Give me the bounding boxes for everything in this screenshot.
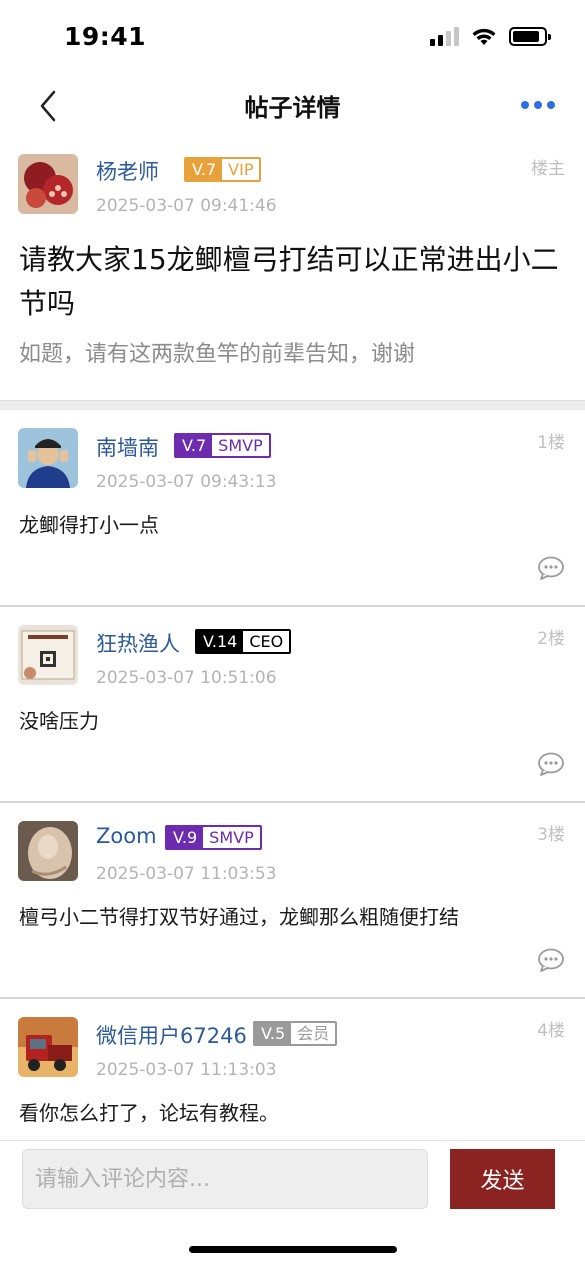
comment-bar: 发送	[0, 1140, 585, 1266]
user-level-badge: V.5 会员	[253, 1021, 338, 1046]
nav-bar: 帖子详情	[0, 78, 585, 134]
reply-author[interactable]: Zoom	[96, 824, 157, 848]
reply-time: 2025-03-07 11:03:53	[96, 864, 277, 884]
post-body: 如题，请有这两款鱼竿的前辈告知，谢谢	[19, 342, 416, 367]
floor-label: 3楼	[537, 825, 565, 845]
reply-time: 2025-03-07 10:51:06	[96, 668, 277, 688]
page-title: 帖子详情	[244, 94, 341, 122]
home-indicator	[189, 1246, 397, 1253]
avatar[interactable]	[18, 821, 78, 881]
status-time: 19:41	[64, 22, 147, 51]
more-dots-icon[interactable]	[521, 90, 555, 120]
post-title: 请教大家15龙鲫檀弓打结可以正常进出小二节吗	[19, 243, 559, 320]
battery-level	[513, 30, 539, 42]
cellular-signal-icon	[430, 26, 459, 46]
original-post: 杨老师 V.7 VIP 2025-03-07 09:41:46 楼主 请教大家1…	[0, 134, 585, 400]
reply-text: 看你怎么打了，论坛有教程。	[19, 1101, 279, 1125]
reply-item: 南墙南 V.7 SMVP 2025-03-07 09:43:13 1楼 龙鲫得打…	[0, 410, 585, 607]
reply-item: 微信用户67246 V.5 会员 2025-03-07 11:13:03 4楼 …	[0, 998, 585, 1140]
comment-icon[interactable]	[537, 556, 565, 580]
reply-text: 没啥压力	[19, 709, 99, 733]
avatar[interactable]	[18, 154, 78, 214]
floor-label: 楼主	[531, 159, 565, 179]
status-bar: 19:41	[0, 0, 585, 78]
user-level-badge: V.9 SMVP	[165, 825, 262, 850]
user-level-badge: V.7 SMVP	[174, 433, 271, 458]
reply-author[interactable]: 狂热渔人	[96, 628, 180, 658]
floor-label: 1楼	[537, 433, 565, 453]
reply-text: 檀弓小二节得打双节好通过，龙鲫那么粗随便打结	[19, 905, 459, 929]
reply-text: 龙鲫得打小一点	[19, 513, 159, 537]
wifi-icon	[472, 28, 496, 45]
comment-icon[interactable]	[537, 948, 565, 972]
floor-label: 4楼	[537, 1021, 565, 1041]
status-icons	[430, 26, 551, 46]
user-level-badge: V.14 CEO	[195, 629, 292, 654]
reply-item: 狂热渔人 V.14 CEO 2025-03-07 10:51:06 2楼 没啥压…	[0, 606, 585, 803]
section-divider	[0, 400, 585, 410]
reply-author[interactable]: 南墙南	[96, 432, 159, 462]
send-button[interactable]: 发送	[450, 1149, 555, 1209]
avatar[interactable]	[18, 428, 78, 488]
post-time: 2025-03-07 09:41:46	[96, 196, 277, 216]
floor-label: 2楼	[537, 629, 565, 649]
reply-item: Zoom V.9 SMVP 2025-03-07 11:03:53 3楼 檀弓小…	[0, 802, 585, 999]
avatar[interactable]	[18, 1017, 78, 1077]
user-level-badge: V.7 VIP	[184, 157, 262, 182]
reply-time: 2025-03-07 09:43:13	[96, 472, 277, 492]
avatar[interactable]	[18, 625, 78, 685]
reply-author[interactable]: 微信用户67246	[96, 1020, 247, 1050]
post-author[interactable]: 杨老师	[96, 156, 159, 186]
comment-icon[interactable]	[537, 752, 565, 776]
battery-icon	[509, 26, 551, 46]
comment-input[interactable]	[22, 1149, 428, 1209]
reply-time: 2025-03-07 11:13:03	[96, 1060, 277, 1080]
